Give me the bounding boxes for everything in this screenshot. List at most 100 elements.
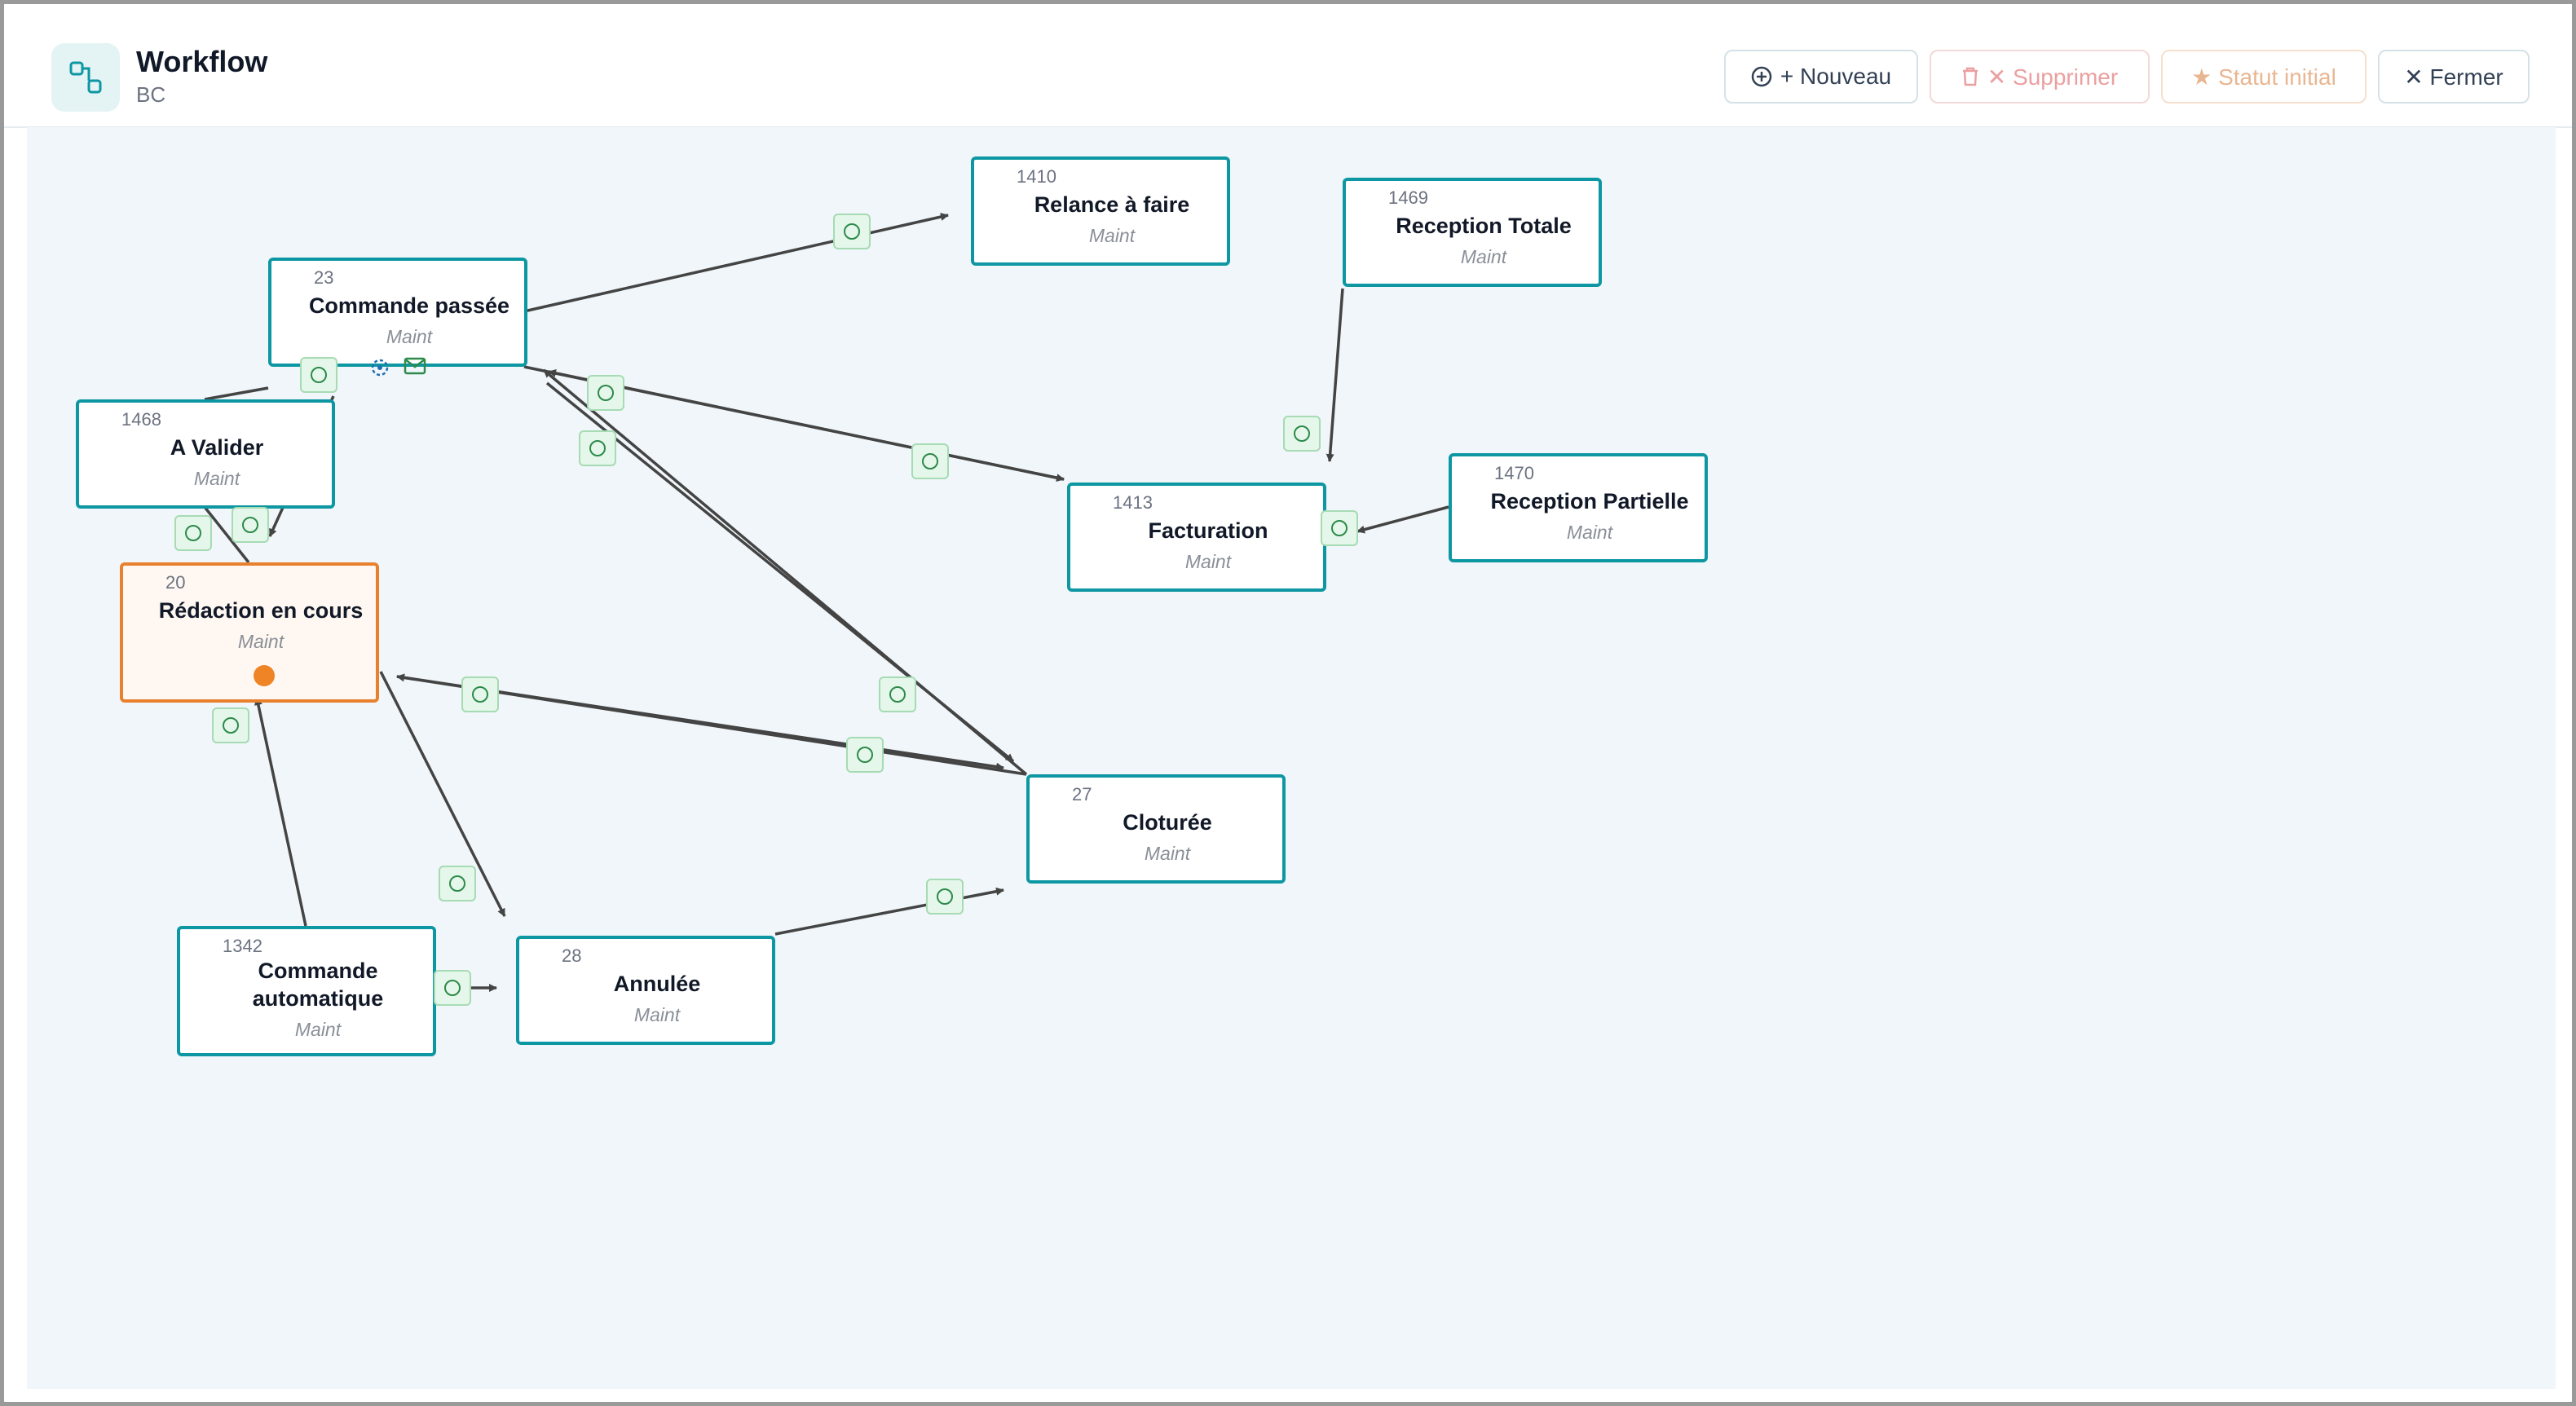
new-button-label: + Nouveau: [1780, 64, 1892, 89]
circle-icon: [242, 517, 258, 533]
state-id: 1413: [1113, 492, 1153, 513]
transition-edge[interactable]: [548, 368, 1065, 481]
state-name: Reception Totale: [1396, 214, 1572, 238]
transition-edge[interactable]: [254, 697, 307, 927]
state-owner: Maint: [633, 1004, 681, 1025]
circle-icon: [185, 525, 201, 541]
state-node-23[interactable]: 23 Commande passée Maint: [268, 258, 527, 377]
transition-button[interactable]: [1321, 510, 1358, 546]
state-id: 23: [314, 267, 334, 288]
state-name: Reception Partielle: [1490, 489, 1689, 513]
state-owner: Maint: [1144, 843, 1191, 864]
circle-icon: [844, 223, 860, 240]
circle-icon: [922, 453, 938, 469]
circle-icon: [857, 747, 873, 763]
state-id: 20: [165, 572, 186, 593]
delete-button[interactable]: ✕ Supprimer: [1930, 50, 2150, 104]
state-id: 27: [1072, 784, 1092, 804]
initial-status-dot: [254, 665, 275, 686]
state-id: 1410: [1017, 166, 1056, 187]
initial-status-button-label: ★ Statut initial: [2191, 64, 2336, 90]
state-name: Facturation: [1148, 518, 1268, 543]
gear-icon[interactable]: [369, 357, 390, 378]
transition-button[interactable]: [846, 737, 884, 773]
circle-icon: [1331, 520, 1348, 536]
state-owner: Maint: [1088, 225, 1136, 246]
state-owner: Maint: [1566, 522, 1613, 543]
state-name: Rédaction en cours: [158, 598, 364, 623]
state-name: Annulée: [613, 972, 701, 996]
transition-button[interactable]: [579, 430, 616, 466]
state-node-27[interactable]: 27 Cloturée Maint: [1026, 774, 1286, 884]
close-button-label: ✕ Fermer: [2404, 64, 2503, 90]
state-owner: Maint: [193, 468, 240, 489]
state-node-1410[interactable]: 1410 Relance à faire Maint: [971, 156, 1230, 266]
transition-button[interactable]: [434, 970, 471, 1006]
state-id: 1468: [121, 409, 161, 430]
circle-icon: [311, 367, 327, 383]
circle-icon: [444, 980, 461, 996]
circle-icon: [223, 717, 239, 734]
state-owner: Maint: [1184, 551, 1232, 572]
state-id: 28: [562, 945, 582, 966]
transition-button[interactable]: [879, 677, 916, 712]
modal-header: Workflow BC + Nouveau ✕ Supprimer ★ Stat…: [4, 4, 2572, 128]
transition-edge[interactable]: [1325, 288, 1344, 462]
initial-status-button[interactable]: ★ Statut initial: [2161, 50, 2366, 104]
state-node-1470[interactable]: 1470 Reception Partielle Maint: [1449, 453, 1708, 562]
circle-icon: [449, 875, 465, 892]
transition-button[interactable]: [300, 357, 337, 393]
state-name: Relance à faire: [1034, 192, 1190, 217]
transition-edge[interactable]: [545, 381, 1015, 763]
close-button[interactable]: ✕ Fermer: [2378, 50, 2530, 104]
state-owner: Maint: [1460, 246, 1507, 267]
circle-icon: [598, 385, 614, 401]
circle-icon: [1294, 425, 1310, 442]
state-node-1469[interactable]: 1469 Reception Totale Maint: [1343, 178, 1602, 287]
state-owner: Maint: [237, 631, 285, 652]
transition-button[interactable]: [212, 707, 249, 743]
workflow-canvas[interactable]: 1410 Relance à faire Maint 1469 Reception To…: [27, 126, 2556, 1389]
circle-icon: [589, 440, 606, 456]
state-owner: Maint: [294, 1019, 342, 1040]
transition-edge[interactable]: [204, 386, 269, 401]
state-name: A Valider: [170, 435, 264, 460]
transition-button[interactable]: [461, 677, 499, 712]
transition-button[interactable]: [926, 879, 964, 915]
transition-button[interactable]: [439, 866, 476, 901]
state-id: 1342: [223, 936, 262, 956]
plus-circle-icon: [1751, 66, 1772, 87]
delete-button-label: ✕ Supprimer: [1987, 64, 2119, 90]
transition-button[interactable]: [587, 375, 624, 411]
transition-button[interactable]: [232, 507, 269, 543]
state-action-icons: [369, 357, 426, 378]
page-subtitle: BC: [136, 82, 166, 107]
state-owner: Maint: [386, 326, 433, 347]
state-node-1413[interactable]: 1413 Facturation Maint: [1067, 483, 1326, 592]
page-title: Workflow: [136, 45, 268, 78]
circle-icon: [937, 888, 953, 905]
transition-edge[interactable]: [1356, 505, 1449, 534]
transition-button[interactable]: [174, 515, 212, 551]
transition-button[interactable]: [1283, 416, 1321, 452]
transition-edge[interactable]: [774, 887, 1004, 936]
trash-icon: [1962, 67, 1978, 86]
state-name: Cloturée: [1123, 810, 1212, 835]
state-name: Commande passée: [308, 293, 510, 318]
state-name: Commande automatique: [252, 959, 384, 1011]
state-node-1342[interactable]: 1342 Commande automatique Maint: [177, 926, 436, 1056]
circle-icon: [889, 686, 906, 703]
state-id: 1469: [1388, 187, 1428, 208]
state-node-28[interactable]: 28 Annulée Maint: [516, 936, 775, 1045]
transition-edge[interactable]: [523, 213, 949, 313]
transition-button[interactable]: [833, 214, 871, 249]
new-button[interactable]: + Nouveau: [1724, 50, 1918, 104]
transition-button[interactable]: [911, 443, 949, 479]
workflow-modal: Workflow BC + Nouveau ✕ Supprimer ★ Stat…: [0, 0, 2576, 1406]
state-node-1468[interactable]: 1468 A Valider Maint: [76, 399, 335, 509]
mail-icon[interactable]: [404, 357, 426, 375]
workflow-icon: [51, 43, 120, 112]
state-node-20[interactable]: 20 Rédaction en cours Maint: [120, 562, 379, 703]
state-id: 1470: [1494, 463, 1534, 483]
circle-icon: [472, 686, 488, 703]
